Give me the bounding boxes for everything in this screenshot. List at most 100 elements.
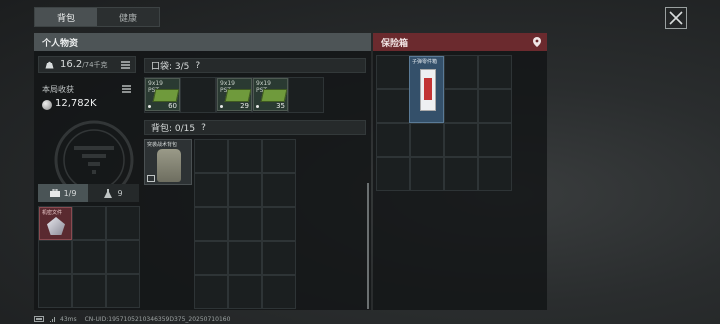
flask-icon: [104, 188, 113, 198]
weight-value: 16.2: [60, 59, 83, 70]
grid-cell[interactable]: [262, 139, 296, 173]
grid-cell[interactable]: [478, 89, 512, 123]
toolbox-icon: [49, 189, 60, 197]
ammo-item-1[interactable]: 9x19 PST 60: [145, 78, 180, 111]
grid-cell[interactable]: [72, 240, 106, 274]
weight-row: 16.2 /74千克: [38, 56, 136, 73]
dot-icon: [148, 105, 151, 108]
ammo-count: 29: [240, 102, 249, 110]
grid-cell[interactable]: [194, 275, 228, 309]
grid-cell[interactable]: [262, 275, 296, 309]
grid-cell[interactable]: [194, 173, 228, 207]
backpack-help[interactable]: ?: [201, 123, 206, 133]
weight-unit: /74千克: [82, 60, 108, 69]
grid-cell[interactable]: [106, 274, 140, 308]
left-tab-2-label: 9: [117, 188, 123, 198]
grid-cell[interactable]: [228, 173, 262, 207]
grid-cell[interactable]: [376, 55, 410, 89]
grid-cell[interactable]: [180, 77, 216, 113]
grid-cell[interactable]: [228, 207, 262, 241]
grid-cell[interactable]: [410, 157, 444, 191]
safebox-header: 保险箱: [373, 33, 547, 51]
dot-icon: [256, 105, 259, 108]
ping-text: 43ms: [60, 315, 77, 323]
backpack-grid: [194, 139, 296, 309]
grid-cell[interactable]: [262, 173, 296, 207]
grid-cell[interactable]: [228, 275, 262, 309]
grid-cell[interactable]: [478, 55, 512, 89]
grid-cell[interactable]: [444, 55, 478, 89]
grid-cell[interactable]: [262, 241, 296, 275]
grid-cell[interactable]: [376, 123, 410, 157]
pocket-help[interactable]: ?: [195, 61, 200, 71]
left-tab-2[interactable]: 9: [88, 184, 139, 202]
tab-backpack[interactable]: 背包: [35, 8, 97, 26]
grid-cell[interactable]: [72, 206, 106, 240]
personal-panel-header: 个人物资: [34, 33, 371, 51]
earnings-label: 本局收获: [42, 85, 74, 94]
tab-health[interactable]: 健康: [97, 8, 159, 26]
coin-icon: [42, 100, 52, 110]
tag-icon: [147, 175, 155, 182]
grid-cell[interactable]: [288, 77, 324, 113]
backpack-item-label: 突袭战术背包: [147, 142, 178, 148]
top-tab-bar: 背包 健康: [34, 7, 160, 27]
ammo-box-icon: [260, 89, 287, 102]
ammo-item-3[interactable]: 9x19 PST 35: [253, 78, 288, 111]
crystal-icon: [47, 217, 65, 235]
status-bar: 43ms CN-UID:1957105210346359D375_2025071…: [34, 314, 434, 324]
ammo-box-icon: [152, 89, 179, 102]
uid-text: CN-UID:1957105210346359D375_20250710160: [84, 315, 231, 323]
grid-cell[interactable]: [106, 206, 140, 240]
grid-cell[interactable]: [38, 274, 72, 308]
grid-cell[interactable]: [106, 240, 140, 274]
grid-cell[interactable]: [194, 139, 228, 173]
grid-cell[interactable]: [194, 241, 228, 275]
grid-cell[interactable]: [478, 157, 512, 191]
pocket-header: 口袋: 3/5 ?: [144, 58, 366, 73]
grid-cell[interactable]: [410, 123, 444, 157]
close-icon: [669, 11, 683, 25]
ammo-box-icon: [224, 89, 251, 102]
card-icon: [420, 69, 436, 111]
safebox-grid: [376, 55, 512, 191]
scrollbar[interactable]: [367, 183, 369, 309]
grid-cell[interactable]: [376, 89, 410, 123]
ammo-count: 35: [276, 102, 285, 110]
backpack-icon: [157, 149, 181, 182]
grid-cell[interactable]: [194, 207, 228, 241]
grid-cell[interactable]: [444, 89, 478, 123]
left-item-label: 机密文件: [42, 210, 63, 216]
grid-cell[interactable]: [444, 157, 478, 191]
safebox-item-label: 子弹零件箱: [412, 59, 438, 65]
left-tab-1[interactable]: 1/9: [38, 184, 88, 202]
safebox-title: 保险箱: [381, 38, 409, 49]
list-icon[interactable]: [121, 61, 130, 69]
grid-cell[interactable]: [72, 274, 106, 308]
left-tab-1-label: 1/9: [63, 188, 77, 198]
dot-icon: [220, 105, 223, 108]
backpack-slot[interactable]: 突袭战术背包: [144, 139, 192, 185]
left-grid-item[interactable]: 机密文件: [39, 207, 72, 240]
pocket-label: 口袋: 3/5: [151, 62, 190, 72]
backpack-label: 背包: 0/15: [151, 124, 196, 134]
location-pin-icon[interactable]: [533, 37, 541, 47]
grid-cell[interactable]: [376, 157, 410, 191]
earnings-block: 本局收获 12,782K: [38, 82, 136, 116]
grid-cell[interactable]: [262, 207, 296, 241]
close-button[interactable]: [665, 7, 687, 29]
personal-title: 个人物资: [42, 38, 79, 49]
list-icon[interactable]: [122, 85, 131, 93]
grid-cell[interactable]: [478, 123, 512, 157]
signal-icon: [50, 317, 55, 322]
safebox-item[interactable]: 子弹零件箱: [409, 56, 444, 123]
grid-cell[interactable]: [228, 241, 262, 275]
grid-cell[interactable]: [228, 139, 262, 173]
grid-cell[interactable]: [444, 123, 478, 157]
ammo-count: 60: [168, 102, 177, 110]
ammo-item-2[interactable]: 9x19 PST 29: [217, 78, 252, 111]
earnings-value: 12,782K: [55, 98, 97, 109]
backpack-header: 背包: 0/15 ?: [144, 120, 366, 135]
grid-cell[interactable]: [38, 240, 72, 274]
weight-icon: [45, 61, 54, 69]
